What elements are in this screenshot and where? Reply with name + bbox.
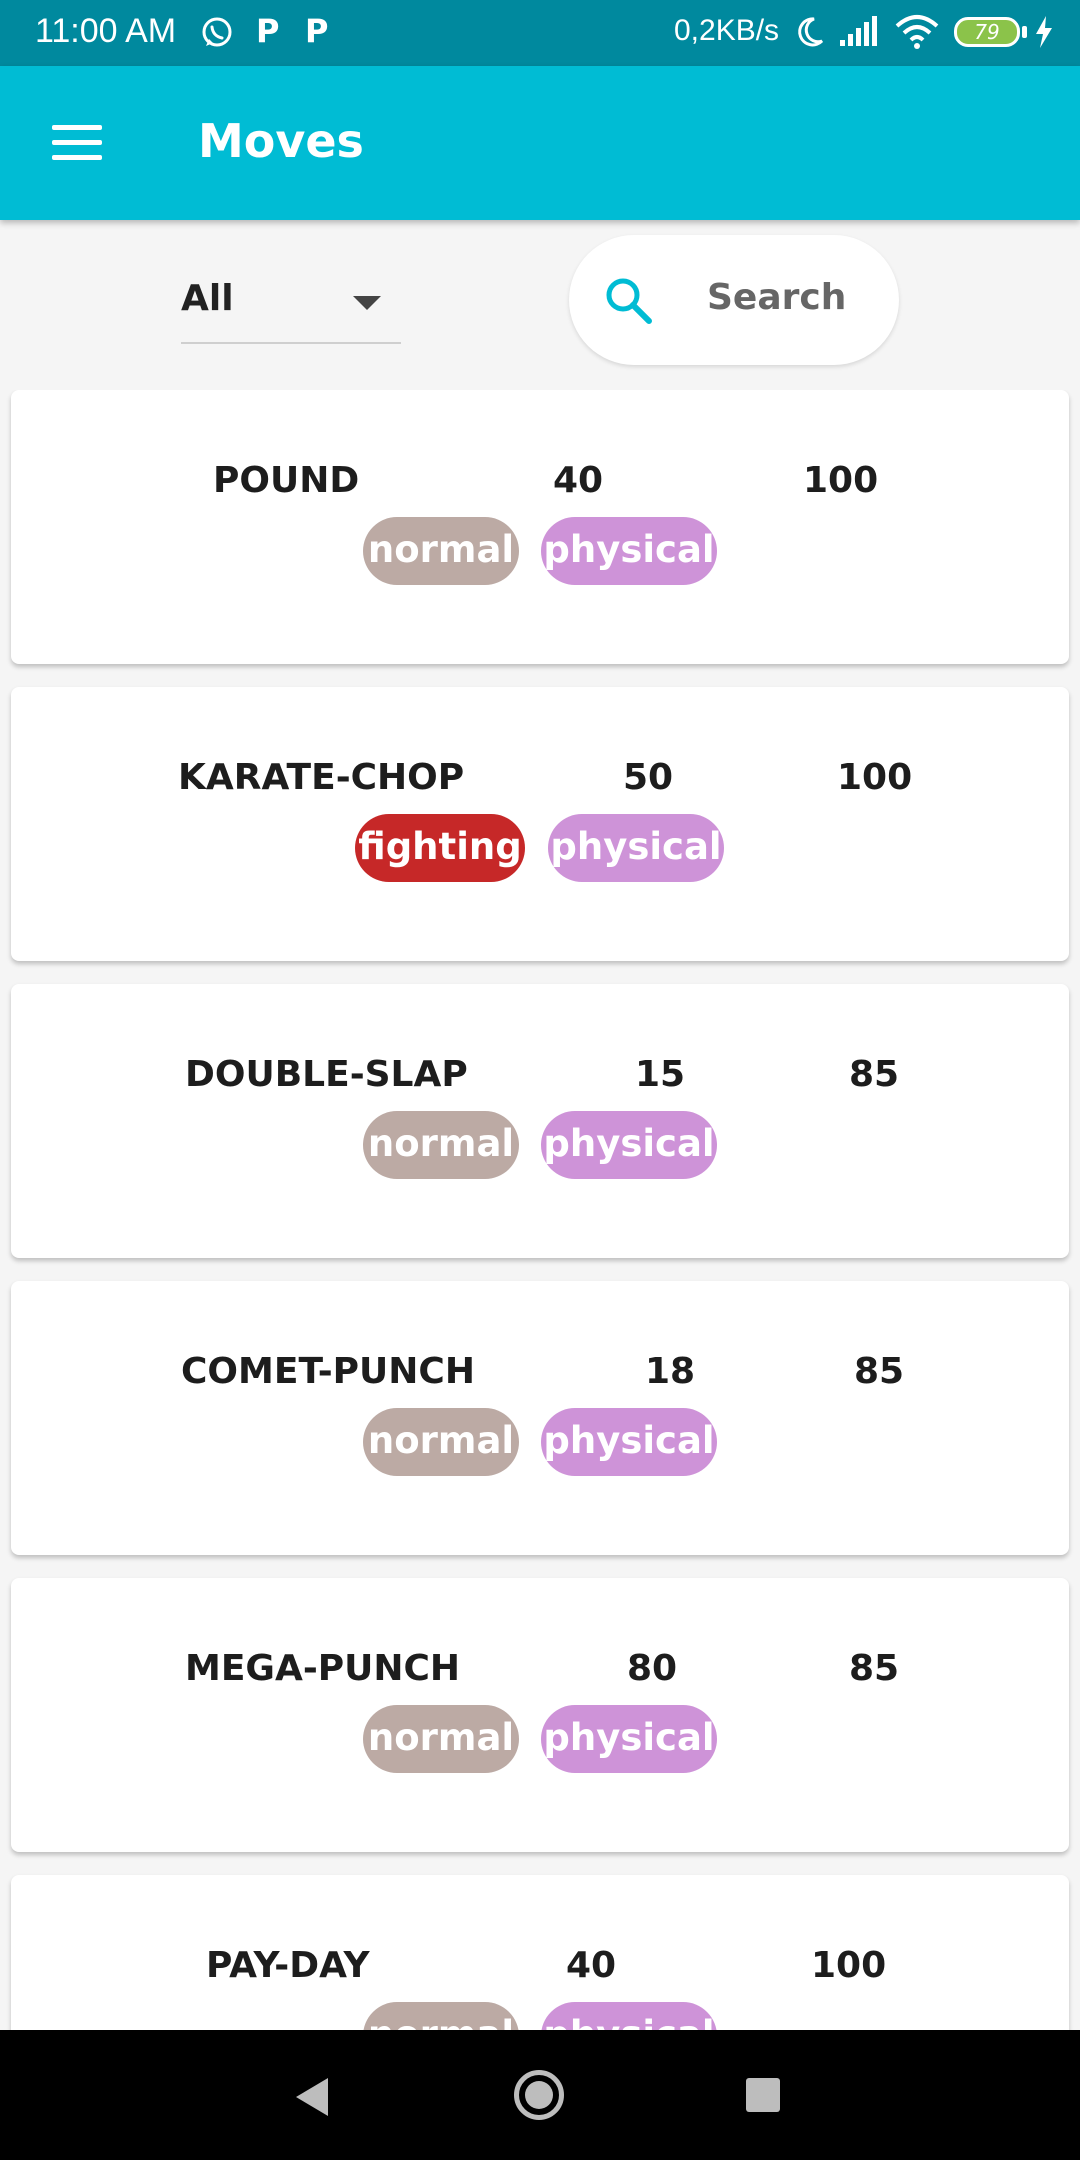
battery-level: 79 <box>974 20 1000 44</box>
move-accuracy: 100 <box>811 1945 887 1986</box>
move-card[interactable]: PAY-DAY 40 100 normal physical <box>11 1875 1069 2030</box>
category-badge: physical <box>541 1705 717 1773</box>
type-badge: normal <box>363 1111 519 1179</box>
move-power: 80 <box>627 1648 678 1689</box>
type-badge: fighting <box>355 814 525 882</box>
battery-tip <box>1022 26 1027 38</box>
category-badge: physical <box>548 814 724 882</box>
move-accuracy: 85 <box>849 1648 900 1689</box>
move-power: 18 <box>645 1351 696 1392</box>
category-badge: physical <box>541 1111 717 1179</box>
type-filter-dropdown[interactable]: All <box>181 268 401 344</box>
status-bar: 11:00 AM P P 0,2KB/s 79 <box>0 0 1080 66</box>
move-accuracy: 85 <box>849 1054 900 1095</box>
hamburger-menu-icon[interactable] <box>52 125 102 161</box>
type-badge: normal <box>363 2002 519 2030</box>
move-card[interactable]: MEGA-PUNCH 80 85 normal physical <box>11 1578 1069 1852</box>
search-placeholder: Search <box>707 277 847 318</box>
app-bar: Moves <box>0 66 1080 220</box>
wifi-icon <box>895 15 939 49</box>
search-input[interactable]: Search <box>569 235 899 365</box>
home-icon[interactable] <box>514 2070 564 2120</box>
category-badge: physical <box>541 517 717 585</box>
signal-icon <box>840 16 877 46</box>
p-app-icon: P <box>256 12 280 50</box>
category-badge: physical <box>541 1408 717 1476</box>
p-app-icon: P <box>305 12 329 50</box>
move-name: MEGA-PUNCH <box>185 1648 461 1689</box>
move-accuracy: 85 <box>854 1351 905 1392</box>
move-name: DOUBLE-SLAP <box>185 1054 468 1095</box>
move-power: 50 <box>623 757 674 798</box>
recent-apps-icon[interactable] <box>746 2078 780 2112</box>
move-accuracy: 100 <box>803 460 879 501</box>
back-icon[interactable] <box>296 2078 328 2116</box>
type-badge: normal <box>363 1408 519 1476</box>
charging-icon <box>1036 16 1052 48</box>
whatsapp-icon <box>202 17 232 47</box>
status-time: 11:00 AM <box>35 12 177 50</box>
category-badge: physical <box>541 2002 717 2030</box>
search-icon <box>606 278 652 324</box>
type-filter-value: All <box>181 278 234 319</box>
move-power: 15 <box>635 1054 686 1095</box>
battery-icon: 79 <box>954 17 1020 47</box>
page-title: Moves <box>198 114 364 168</box>
move-name: COMET-PUNCH <box>181 1351 475 1392</box>
move-accuracy: 100 <box>837 757 913 798</box>
move-name: KARATE-CHOP <box>178 757 465 798</box>
dropdown-arrow-icon <box>353 296 381 310</box>
move-card[interactable]: KARATE-CHOP 50 100 fighting physical <box>11 687 1069 961</box>
move-card[interactable]: DOUBLE-SLAP 15 85 normal physical <box>11 984 1069 1258</box>
moves-list: POUND 40 100 normal physical KARATE-CHOP… <box>0 390 1080 2030</box>
navigation-bar <box>0 2030 1080 2160</box>
move-name: PAY-DAY <box>206 1945 370 1986</box>
type-badge: normal <box>363 517 519 585</box>
moon-icon <box>798 17 824 47</box>
move-card[interactable]: POUND 40 100 normal physical <box>11 390 1069 664</box>
type-badge: normal <box>363 1705 519 1773</box>
move-name: POUND <box>213 460 360 501</box>
move-power: 40 <box>566 1945 617 1986</box>
move-card[interactable]: COMET-PUNCH 18 85 normal physical <box>11 1281 1069 1555</box>
move-power: 40 <box>553 460 604 501</box>
network-speed: 0,2KB/s <box>674 14 780 47</box>
